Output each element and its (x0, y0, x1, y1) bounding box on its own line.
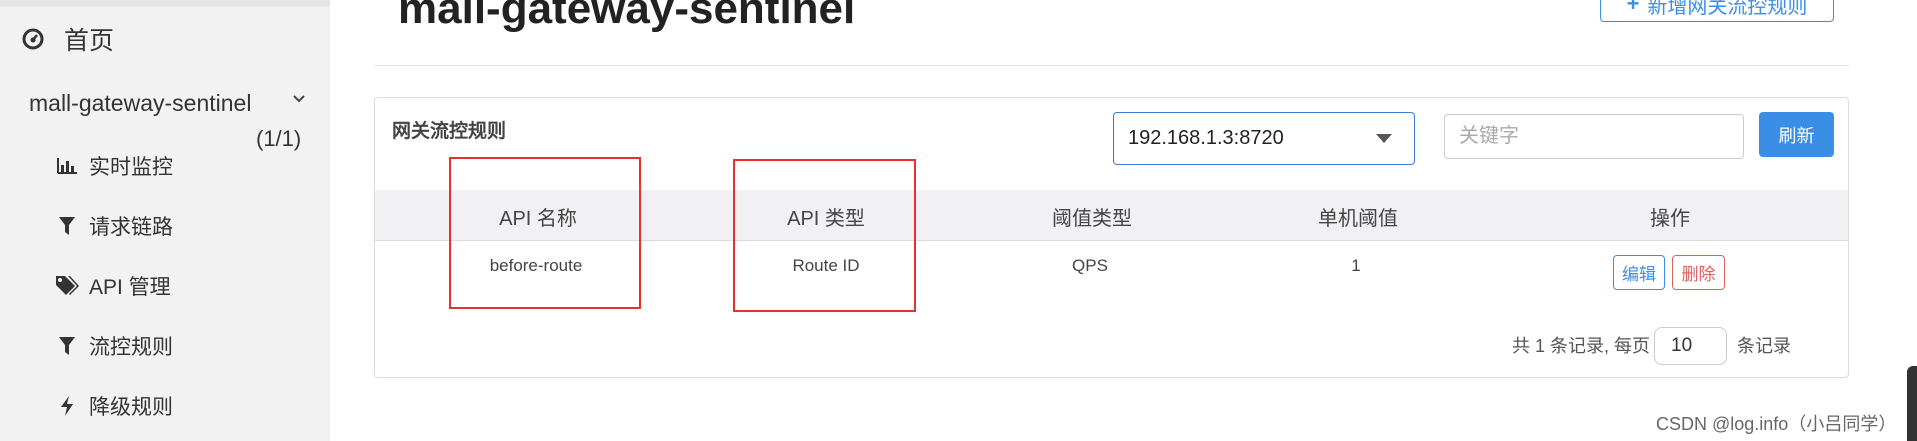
highlight-box-api-type (733, 159, 916, 312)
sidebar-item-home[interactable]: 首页 (22, 22, 114, 56)
sidebar-item-label: 请求链路 (89, 216, 173, 239)
pager-suffix-text: 条记录 (1737, 336, 1791, 356)
sidebar-item-degrade-rules[interactable]: 降级规则 (55, 391, 173, 421)
edit-button[interactable]: 编辑 (1613, 255, 1665, 290)
caret-down-icon (1376, 134, 1392, 143)
chevron-down-icon[interactable] (290, 90, 308, 108)
sidebar-item-flow-rules[interactable]: 流控规则 (55, 331, 173, 361)
screen-edge (1907, 366, 1917, 441)
highlight-box-api-name (449, 157, 641, 309)
watermark: CSDN @log.info（小吕同学） (1656, 414, 1897, 434)
bar-chart-icon (55, 155, 79, 177)
flash-icon (55, 395, 79, 417)
add-button-label: 新增网关流控规则 (1647, 0, 1808, 18)
sidebar-item-api-management[interactable]: API 管理 (55, 271, 171, 301)
filter-icon (55, 335, 79, 357)
refresh-button[interactable]: 刷新 (1759, 112, 1834, 157)
column-header-threshold: 单机阈值 (1318, 208, 1398, 230)
sidebar: 首页 mall-gateway-sentinel (1/1) 实时监控 请求链路… (0, 0, 330, 441)
cell-threshold: 1 (1351, 256, 1361, 275)
sidebar-home-label: 首页 (64, 27, 115, 55)
machine-select[interactable]: 192.168.1.3:8720 (1113, 112, 1415, 165)
sidebar-item-realtime-monitor[interactable]: 实时监控 (55, 151, 173, 181)
keyword-search-input[interactable] (1444, 114, 1744, 159)
sidebar-app-count: (1/1) (256, 126, 302, 151)
column-header-actions: 操作 (1650, 208, 1690, 230)
sidebar-item-label: 实时监控 (89, 156, 173, 179)
machine-select-value: 192.168.1.3:8720 (1128, 127, 1284, 149)
panel-title: 网关流控规则 (392, 121, 507, 142)
sidebar-top-edge (0, 0, 330, 7)
delete-button[interactable]: 删除 (1672, 255, 1725, 290)
dashboard-icon (22, 28, 44, 50)
column-header-threshold-type: 阈值类型 (1052, 208, 1132, 230)
plus-icon: + (1626, 0, 1640, 16)
sidebar-app-name[interactable]: mall-gateway-sentinel (29, 90, 251, 117)
page-size-input[interactable]: 10 (1654, 327, 1727, 365)
sidebar-item-label: 降级规则 (89, 396, 173, 419)
filter-icon (55, 215, 79, 237)
tags-icon (55, 275, 79, 297)
page-title: mall-gateway-sentinel (398, 0, 856, 33)
add-gateway-flow-rule-button[interactable]: + 新增网关流控规则 (1600, 0, 1834, 22)
cell-threshold-type: QPS (1072, 256, 1108, 275)
pager-total-text: 共 1 条记录, 每页 (1512, 336, 1651, 356)
sidebar-item-label: API 管理 (89, 276, 171, 299)
sidebar-item-label: 流控规则 (89, 336, 173, 359)
sidebar-item-request-chain[interactable]: 请求链路 (55, 211, 173, 241)
header-divider (374, 65, 1849, 66)
